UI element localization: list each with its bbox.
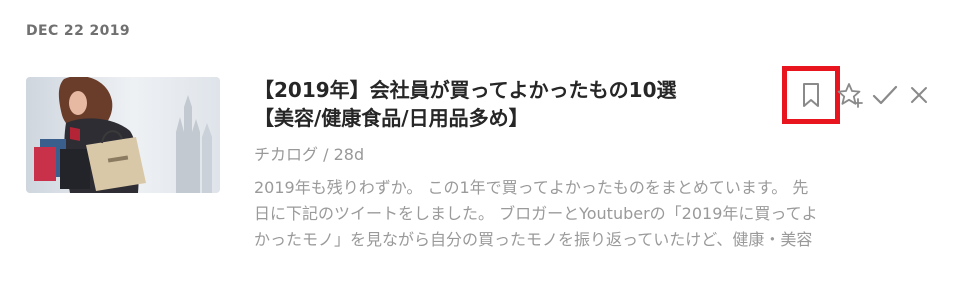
bookmark-icon [803,83,819,107]
entry-actions [782,66,952,124]
summary-line: 日に下記のツイートをしました。 ブロガーとYoutuberの「2019年に買って… [254,204,818,223]
favorite-button[interactable] [836,66,864,124]
feed-entry: 【2019年】会社員が買ってよかったもの10選 【美容/健康食品/日用品多め】 … [0,0,960,285]
summary-line: 2019年も残りわずか。 この1年で買ってよかったものをまとめています。 先 [254,178,809,197]
meta-separator: / [323,145,329,164]
entry-title-line: 【美容/健康食品/日用品多め】 [254,106,529,130]
entry-title[interactable]: 【2019年】会社員が買ってよかったもの10選 【美容/健康食品/日用品多め】 [254,76,754,132]
summary-line: かったモノ」を見ながら自分の買ったモノを振り返っていたけど、健康・美容 [254,230,813,249]
entry-summary: 2019年も残りわずか。 この1年で買ってよかったものをまとめています。 先 日… [254,175,944,253]
hide-entry-button[interactable] [906,66,932,124]
save-for-later-button[interactable] [782,66,840,124]
close-icon [911,87,927,103]
entry-age: 28d [333,145,365,164]
mark-read-button[interactable] [870,66,900,124]
checkmark-icon [872,85,898,105]
star-plus-icon [837,83,863,108]
entry-source[interactable]: チカログ [254,145,318,164]
entry-thumbnail[interactable] [26,77,220,193]
thumbnail-image [26,77,220,193]
entry-meta: チカログ / 28d [254,143,364,167]
entry-title-line: 【2019年】会社員が買ってよかったもの10選 [254,78,677,102]
